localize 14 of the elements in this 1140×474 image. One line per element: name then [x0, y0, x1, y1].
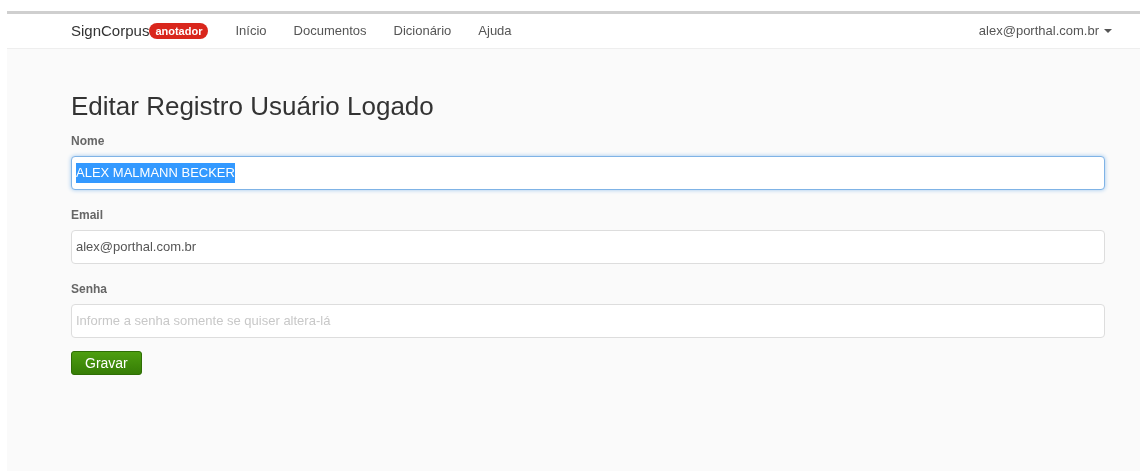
brand-logo[interactable]: SignCorpus: [71, 19, 150, 43]
nav-link[interactable]: Documentos: [293, 21, 367, 41]
field-label: Nome: [71, 133, 106, 150]
page-title: Editar Registro Usuário Logado: [71, 90, 435, 123]
input-field[interactable]: alex@porthal.com.br: [71, 230, 1105, 264]
nav-link[interactable]: Início: [235, 21, 267, 41]
user-menu[interactable]: alex@porthal.com.br: [978, 21, 1112, 41]
field-label: Senha: [71, 281, 108, 298]
save-button[interactable]: Gravar: [71, 351, 142, 375]
nav-link[interactable]: Dicionário: [393, 21, 452, 41]
caret-icon: [1104, 28, 1112, 34]
nav-link[interactable]: Ajuda: [478, 21, 512, 41]
role-badge: anotador: [149, 23, 209, 39]
field-label: Email: [71, 207, 104, 224]
